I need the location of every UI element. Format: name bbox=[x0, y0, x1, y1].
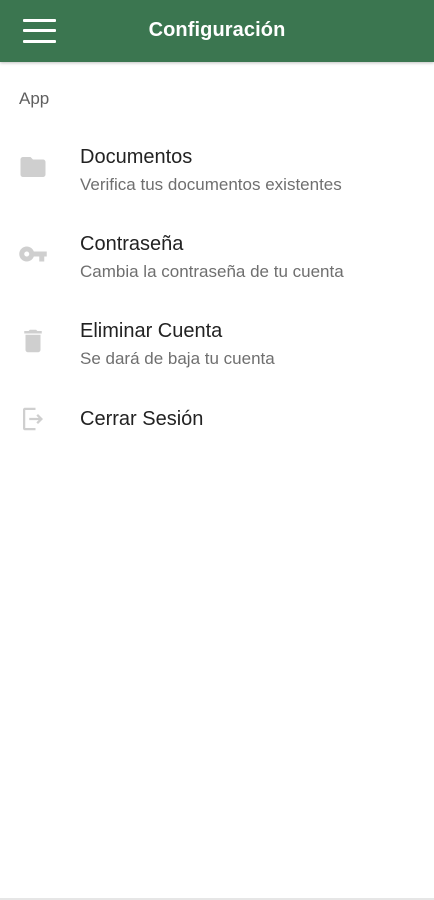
settings-item-subtitle: Cambia la contraseña de tu cuenta bbox=[80, 262, 344, 281]
settings-item-delete-account[interactable]: Eliminar Cuenta Se dará de baja tu cuent… bbox=[0, 314, 434, 378]
key-icon bbox=[18, 239, 48, 269]
settings-item-title: Cerrar Sesión bbox=[80, 408, 204, 430]
settings-item-documents[interactable]: Documentos Verifica tus documentos exist… bbox=[0, 140, 434, 204]
folder-icon bbox=[18, 152, 48, 182]
section-header-app: App bbox=[19, 89, 50, 108]
settings-item-password[interactable]: Contraseña Cambia la contraseña de tu cu… bbox=[0, 227, 434, 291]
trash-icon bbox=[18, 326, 48, 356]
app-bar: Configuración bbox=[0, 0, 434, 62]
settings-item-title: Documentos bbox=[80, 146, 193, 168]
settings-item-logout[interactable]: Cerrar Sesión bbox=[0, 400, 434, 440]
logout-icon bbox=[18, 404, 48, 434]
settings-item-title: Contraseña bbox=[80, 233, 184, 255]
page-title: Configuración bbox=[148, 19, 286, 41]
settings-item-subtitle: Verifica tus documentos existentes bbox=[80, 175, 342, 194]
settings-item-subtitle: Se dará de baja tu cuenta bbox=[80, 349, 275, 368]
settings-item-title: Eliminar Cuenta bbox=[80, 320, 223, 342]
settings-screen: Configuración App Documentos Verifica tu… bbox=[0, 0, 434, 900]
